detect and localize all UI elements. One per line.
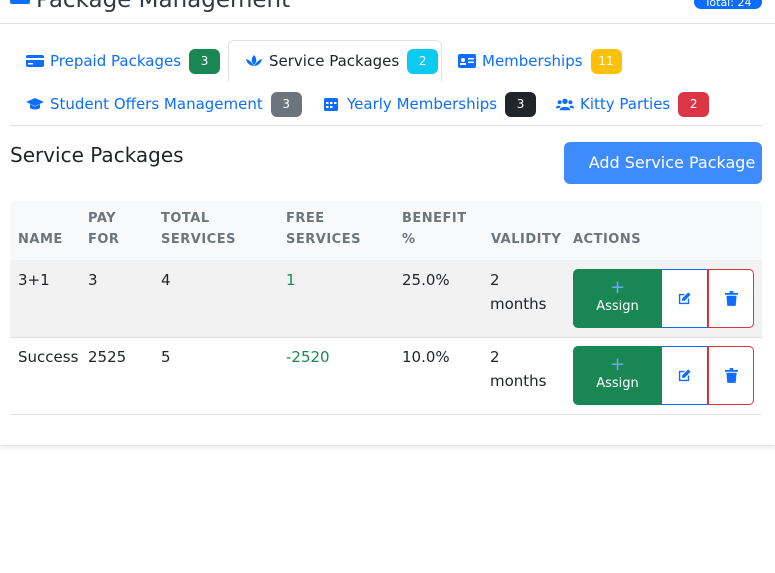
header-total-services: SERVICES	[161, 232, 236, 247]
cell-validity: months	[490, 372, 547, 390]
row-actions: + Assign	[573, 346, 754, 405]
tab-prepaid-packages[interactable]: Prepaid Packages 3	[10, 40, 236, 82]
cell-validity: months	[490, 295, 547, 313]
page-title: Package Management	[36, 0, 291, 13]
assign-button[interactable]: + Assign	[573, 346, 662, 405]
edit-icon	[678, 369, 691, 382]
trash-icon	[724, 368, 738, 383]
tabs-divider	[10, 125, 762, 126]
tab-label: Memberships	[482, 52, 583, 70]
header-validity: VALIDITY	[491, 232, 562, 247]
box-icon	[10, 0, 30, 4]
tab-yearly-memberships[interactable]: Yearly Memberships 3	[307, 83, 552, 125]
tab-label: Service Packages	[269, 52, 400, 70]
edit-icon	[678, 292, 691, 305]
assign-button[interactable]: + Assign	[573, 269, 662, 328]
header-actions: ACTIONS	[573, 232, 642, 247]
header-free-services: SERVICES	[286, 232, 361, 247]
edit-button[interactable]	[661, 269, 708, 328]
cell-free: -2520	[286, 348, 330, 366]
tab-label: Prepaid Packages	[50, 52, 182, 70]
header-pay: PAY	[88, 211, 117, 226]
cell-pay-for: 2525	[88, 348, 127, 366]
tab-kitty-parties[interactable]: Kitty Parties 2	[540, 83, 725, 125]
cell-total: 5	[161, 348, 171, 366]
add-service-package-button[interactable]: Add Service Package	[564, 142, 762, 184]
edit-button[interactable]	[661, 346, 708, 405]
delete-button[interactable]	[708, 269, 754, 328]
graduation-cap-icon	[26, 98, 44, 110]
calendar-icon	[324, 98, 338, 111]
header-benefit: BENEFIT	[402, 211, 467, 226]
users-icon	[556, 98, 574, 111]
tab-label: Student Offers Management	[50, 95, 263, 113]
cell-benefit: 10.0%	[402, 348, 450, 366]
header-free-services: FREE	[286, 211, 325, 226]
table-row: Success 2525 5 -2520 10.0% 2 months + As…	[10, 337, 762, 415]
delete-button[interactable]	[708, 346, 754, 405]
tab-memberships[interactable]: Memberships 11	[442, 40, 638, 82]
count-badge: 2	[678, 91, 710, 117]
header-benefit: %	[402, 232, 416, 247]
package-management-card: Package Management Total: 24 Prepaid Pac…	[0, 0, 775, 446]
section-title: Service Packages	[10, 143, 184, 167]
count-badge: 3	[270, 91, 302, 117]
plus-icon: +	[609, 277, 626, 298]
cell-validity: 2	[490, 348, 500, 366]
cell-total: 4	[161, 271, 171, 289]
count-badge: 3	[189, 48, 221, 74]
tab-label: Yearly Memberships	[347, 95, 498, 113]
header-name: NAME	[18, 232, 63, 247]
cell-benefit: 25.0%	[402, 271, 450, 289]
header-pay: FOR	[88, 232, 120, 247]
assign-label: Assign	[596, 376, 639, 391]
cell-name: 3+1	[18, 271, 50, 289]
tab-service-packages[interactable]: Service Packages 2	[228, 40, 442, 82]
plus-icon: +	[609, 354, 626, 375]
tab-student-offers[interactable]: Student Offers Management 3	[10, 83, 318, 125]
count-badge: 11	[590, 48, 622, 74]
count-badge: 3	[505, 91, 537, 117]
cell-validity: 2	[490, 271, 500, 289]
total-badge: Total: 24	[694, 0, 762, 9]
trash-icon	[724, 291, 738, 306]
spa-icon	[246, 55, 262, 66]
count-badge: 2	[407, 48, 439, 74]
table-header: NAME PAY FOR TOTAL SERVICES FREE SERVICE…	[10, 201, 762, 261]
page-header: Package Management Total: 24	[0, 0, 775, 24]
row-actions: + Assign	[573, 269, 754, 328]
cell-name: Success	[18, 348, 79, 366]
cell-pay-for: 3	[88, 271, 98, 289]
tab-label: Kitty Parties	[580, 95, 671, 113]
header-total-services: TOTAL	[161, 211, 210, 226]
credit-card-icon	[26, 55, 44, 67]
table-row: 3+1 3 4 1 25.0% 2 months + Assign	[10, 260, 762, 338]
cell-free: 1	[286, 271, 296, 289]
assign-label: Assign	[596, 299, 639, 314]
id-card-icon	[458, 54, 476, 68]
